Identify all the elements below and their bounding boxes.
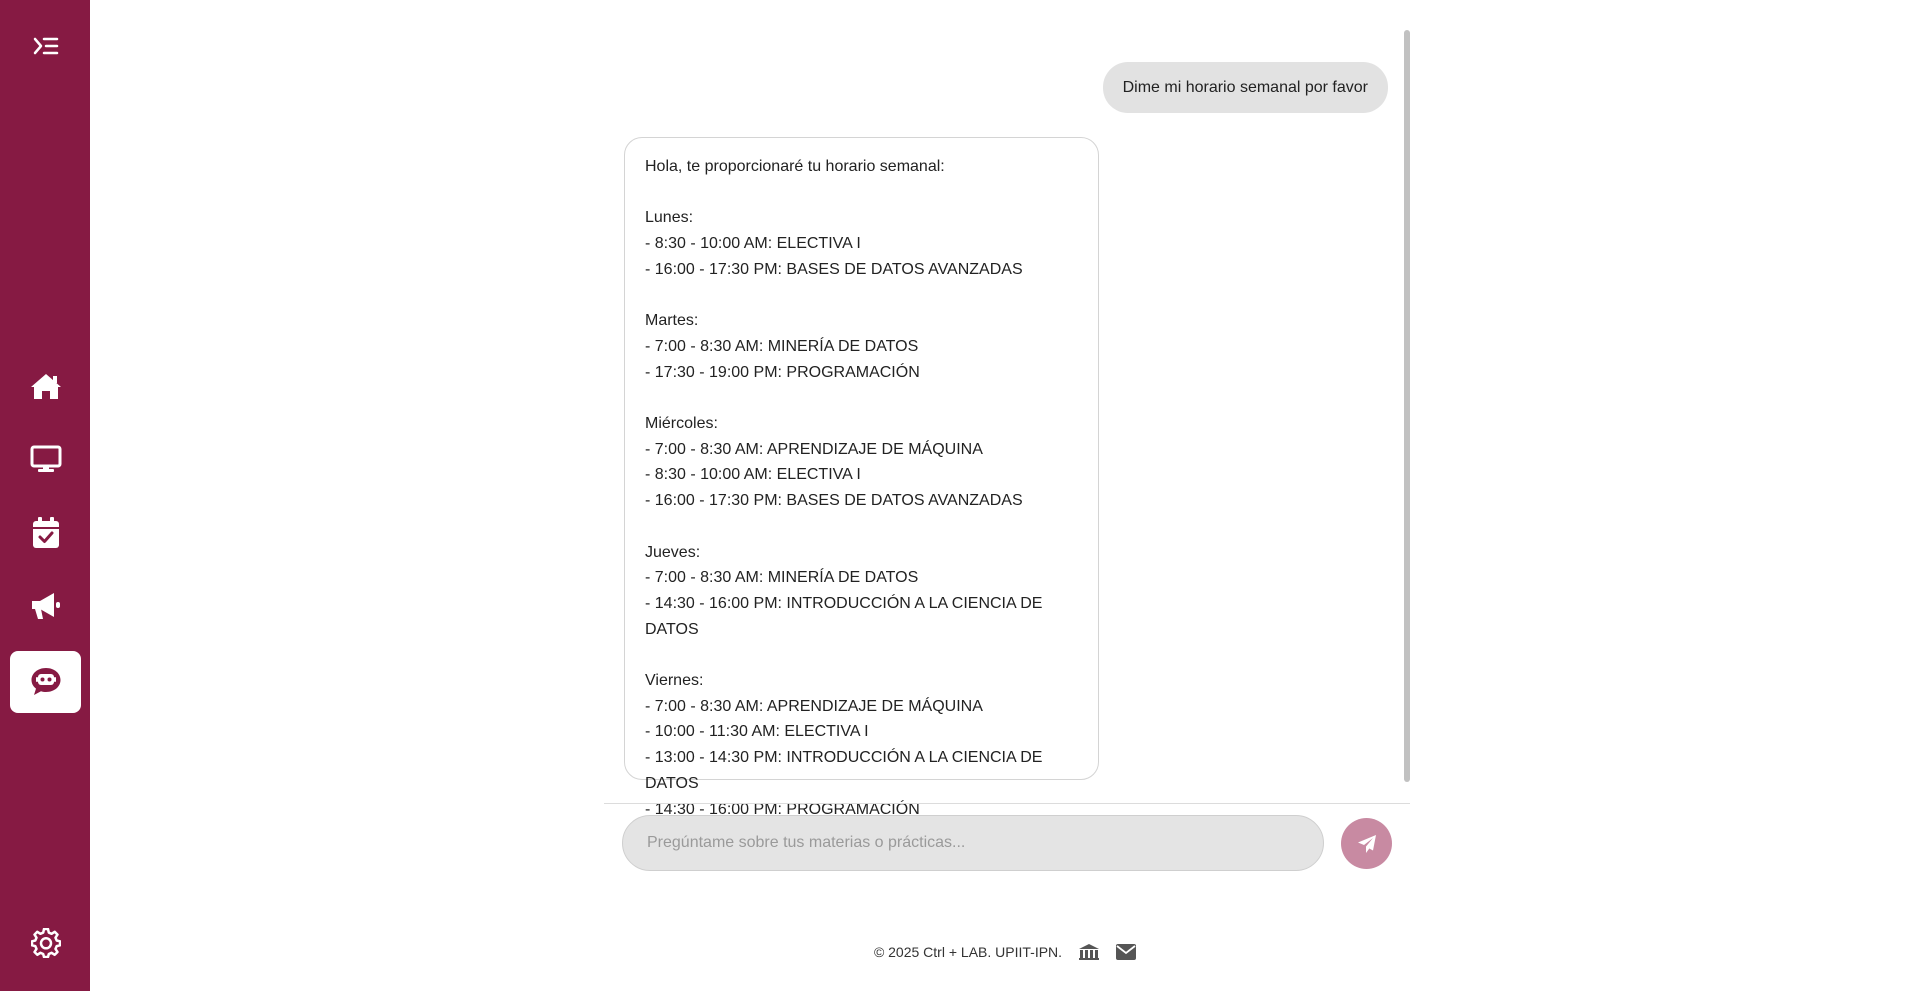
menu-toggle-button[interactable] [10, 15, 81, 77]
chat-area: Dime mi horario semanal por favor Hola, … [604, 30, 1410, 818]
envelope-icon[interactable] [1116, 944, 1137, 960]
sidebar-item-monitor[interactable] [10, 428, 81, 490]
menu-toggle-icon [33, 37, 58, 55]
megaphone-icon [31, 593, 60, 619]
footer: © 2025 Ctrl + LAB. UPIIT-IPN. [0, 937, 1920, 967]
footer-copyright: © 2025 Ctrl + LAB. UPIIT-IPN. [873, 944, 1063, 960]
chatbot-icon [31, 668, 60, 695]
home-icon [30, 374, 61, 399]
chat-input[interactable] [622, 815, 1324, 871]
divider [604, 803, 1410, 804]
sidebar-item-announcements[interactable] [10, 575, 81, 637]
sidebar-item-home[interactable] [10, 355, 81, 417]
institution-icon[interactable] [1078, 943, 1100, 961]
bot-message: Hola, te proporcionaré tu horario semana… [624, 137, 1099, 818]
sidebar-item-chatbot[interactable] [10, 651, 81, 713]
send-button[interactable] [1341, 818, 1392, 869]
paper-plane-icon [1357, 834, 1376, 853]
sidebar [0, 0, 90, 991]
calendar-check-icon [32, 517, 59, 548]
user-message: Dime mi horario semanal por favor [1102, 62, 1388, 113]
monitor-icon [30, 445, 61, 472]
sidebar-item-calendar[interactable] [10, 502, 81, 564]
chat-scrollbar[interactable] [1404, 30, 1410, 782]
